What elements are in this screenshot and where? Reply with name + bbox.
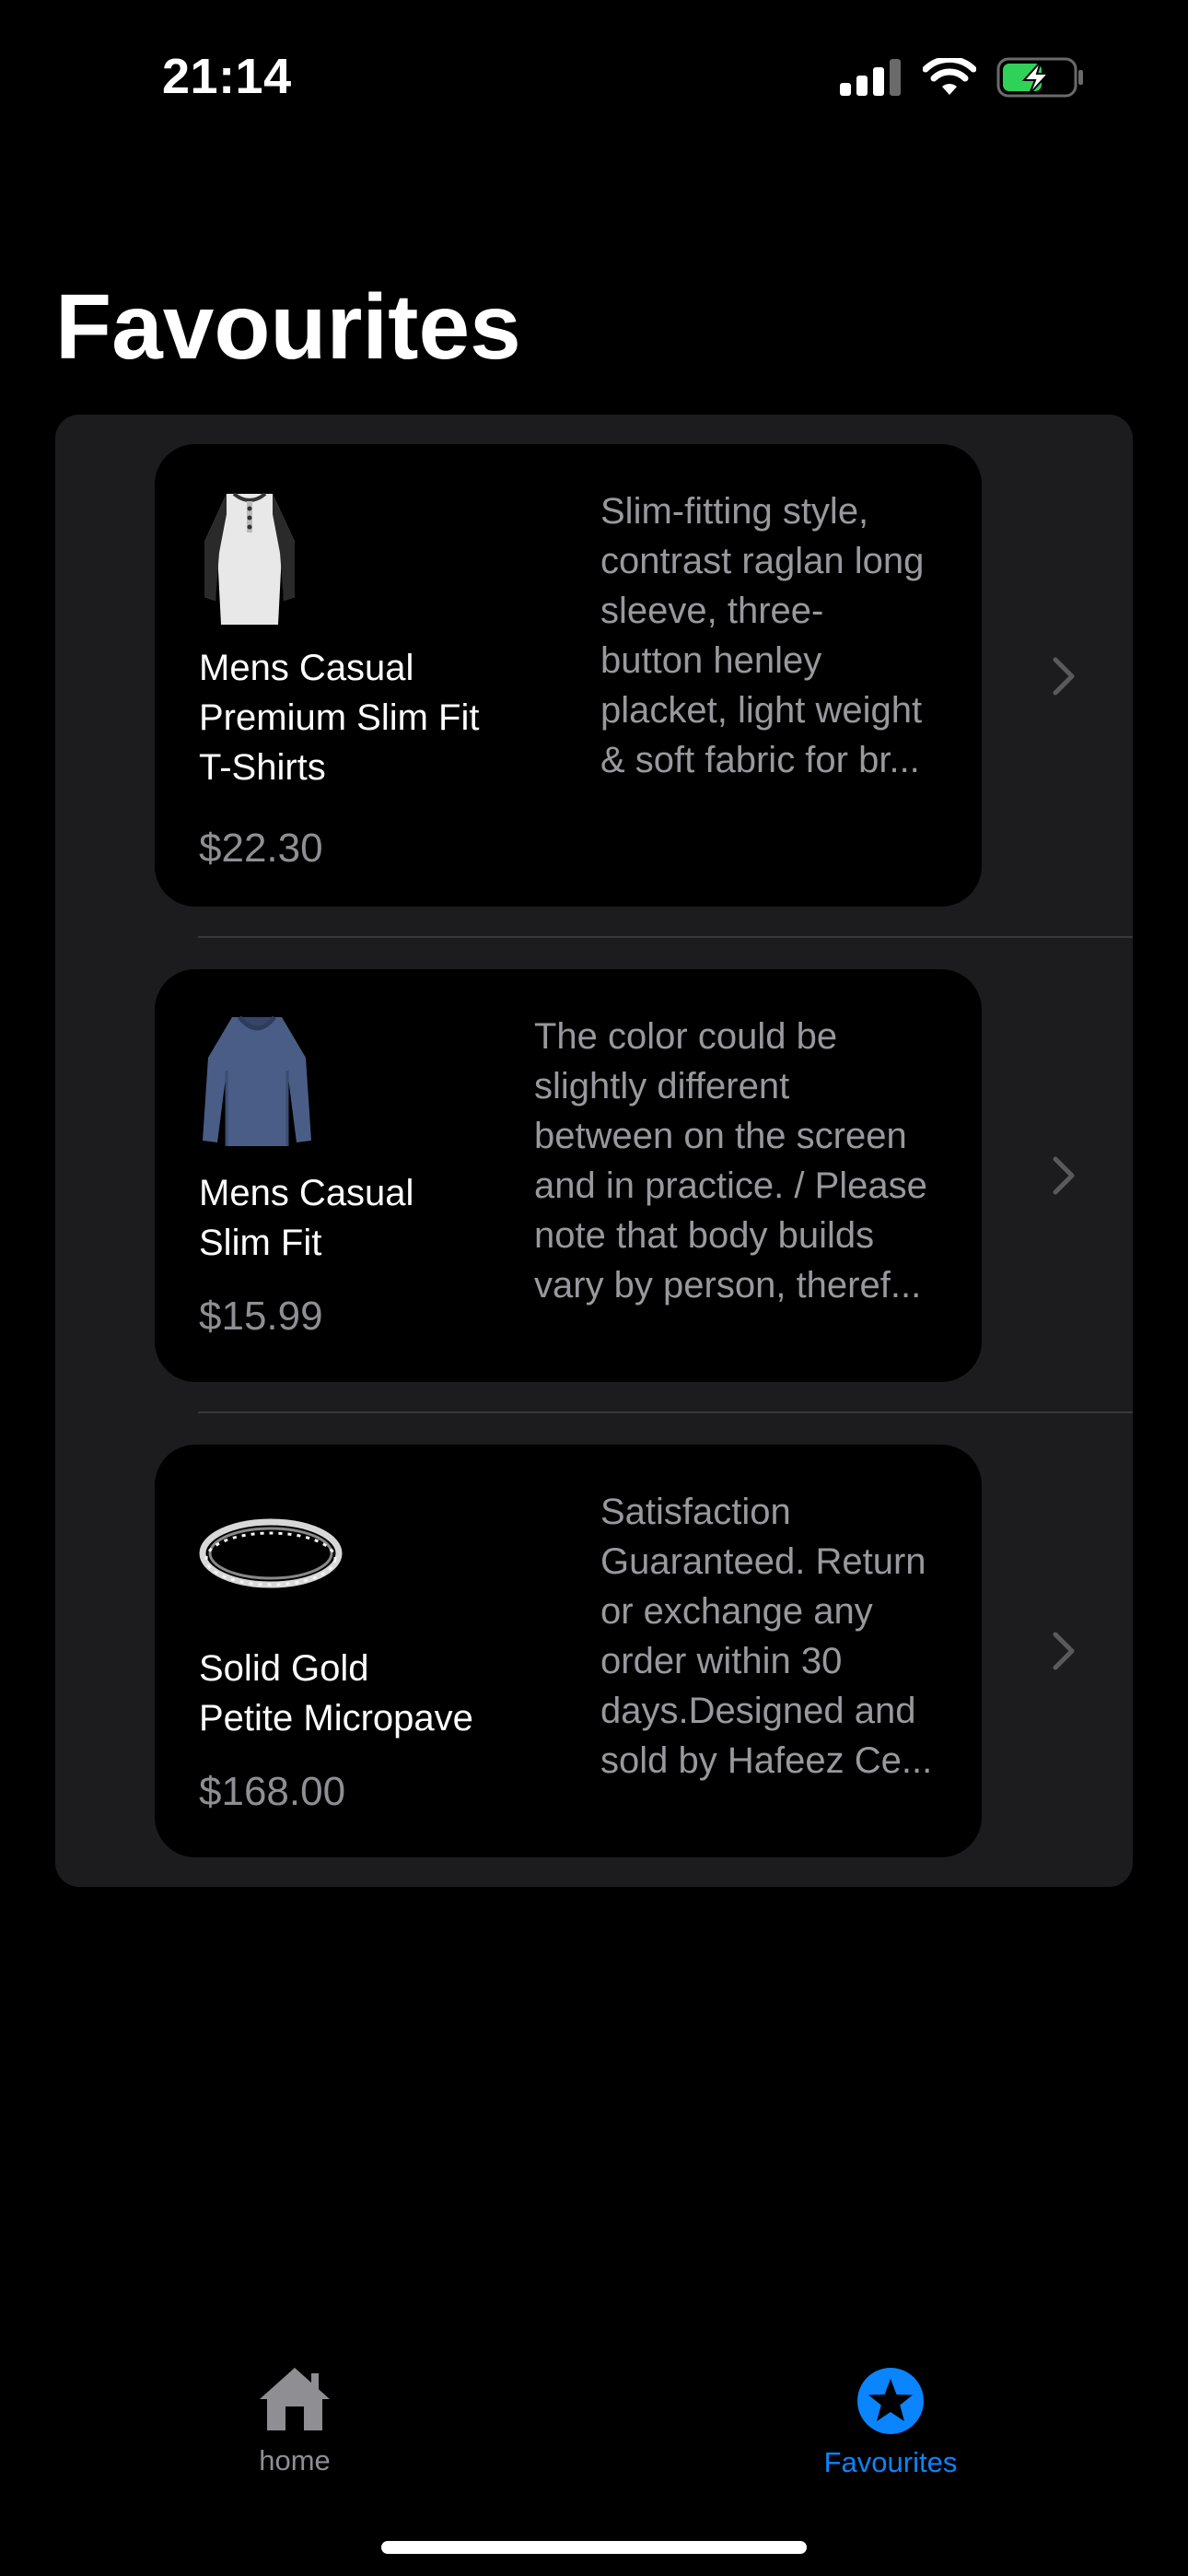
home-indicator[interactable] [381,2541,807,2554]
favourites-list: Mens Casual Premium Slim Fit T-Shirts $2… [55,415,1133,1887]
tab-home[interactable]: home [157,2340,433,2477]
raglan-henley-shirt-image [204,492,295,625]
tab-label: home [259,2444,331,2476]
page-title: Favourites [55,275,521,379]
battery-charging-icon [996,57,1083,98]
chevron-right-icon[interactable] [1050,1631,1077,1671]
tab-favourites[interactable]: Favourites [752,2340,1029,2479]
status-icons [840,57,1085,98]
chevron-right-icon[interactable] [1050,656,1077,697]
favourite-row[interactable]: Solid Gold Petite Micropave $168.00 Sati… [55,1413,1133,1887]
house-icon [260,2368,330,2430]
product-description: Satisfaction Guaranteed. Return or excha… [600,1492,933,1781]
cellular-signal-icon [840,59,901,96]
product-title: Mens Casual Premium Slim Fit T-Shirts [199,648,480,788]
silver-ring-image [199,1518,343,1588]
product-title: Solid Gold Petite Micropave [199,1648,473,1739]
product-title: Mens Casual Slim Fit [199,1173,414,1263]
status-bar: 21:14 [0,0,1188,157]
favourite-row[interactable]: Mens Casual Slim Fit $15.99 The color co… [55,938,1133,1413]
product-card[interactable]: Solid Gold Petite Micropave $168.00 Sati… [155,1445,982,1857]
favourite-row[interactable]: Mens Casual Premium Slim Fit T-Shirts $2… [55,415,1133,938]
chevron-right-icon[interactable] [1050,1155,1077,1196]
product-description: The color could be slightly different be… [534,1016,927,1306]
star-circle-icon [857,2368,924,2434]
status-time: 21:14 [162,49,292,104]
blue-long-sleeve-shirt-image [203,1015,311,1146]
product-price: $168.00 [199,1769,346,1814]
product-card[interactable]: Mens Casual Premium Slim Fit T-Shirts $2… [155,444,982,907]
product-price: $15.99 [199,1294,323,1339]
product-card[interactable]: Mens Casual Slim Fit $15.99 The color co… [155,969,982,1382]
wifi-icon [923,58,976,95]
product-description: Slim-fitting style, contrast raglan long… [600,491,925,780]
product-price: $22.30 [199,825,323,871]
tab-label: Favourites [823,2446,958,2478]
